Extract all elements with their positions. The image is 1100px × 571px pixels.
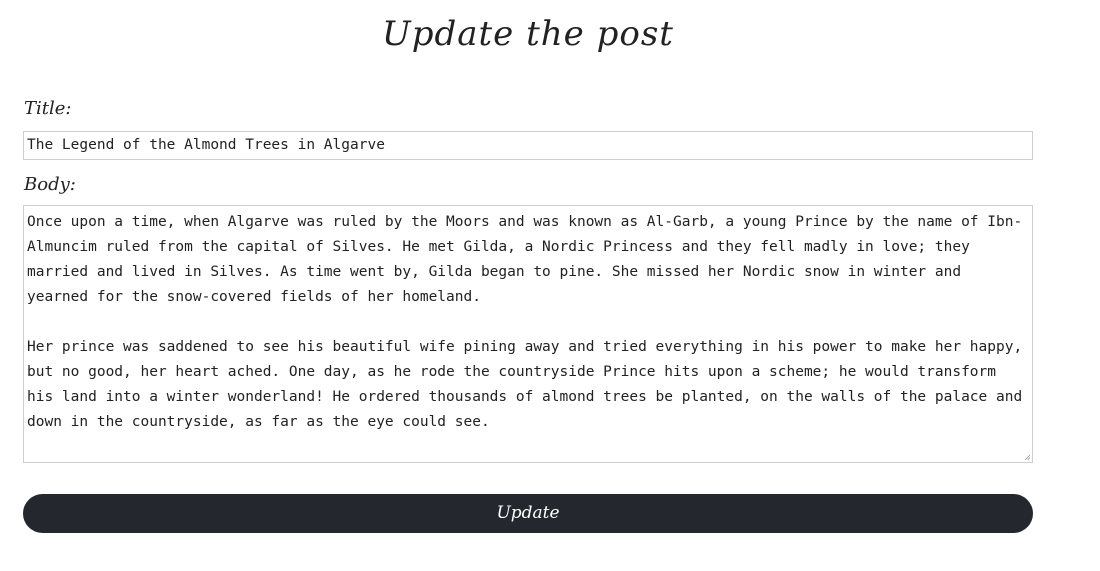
resize-handle-icon[interactable] <box>1024 454 1030 460</box>
update-button[interactable]: Update <box>23 494 1033 533</box>
body-label: Body: <box>24 174 76 195</box>
page-title: Update the post <box>382 14 674 54</box>
title-label: Title: <box>24 98 72 119</box>
body-paragraph: Her prince was saddened to see his beaut… <box>27 339 1023 430</box>
update-post-page: Update the post Title: The Legend of the… <box>0 0 1100 571</box>
body-textarea[interactable]: Once upon a time, when Algarve was ruled… <box>23 205 1033 463</box>
title-input[interactable]: The Legend of the Almond Trees in Algarv… <box>23 131 1033 160</box>
body-paragraph: Once upon a time, when Algarve was ruled… <box>27 214 1023 305</box>
